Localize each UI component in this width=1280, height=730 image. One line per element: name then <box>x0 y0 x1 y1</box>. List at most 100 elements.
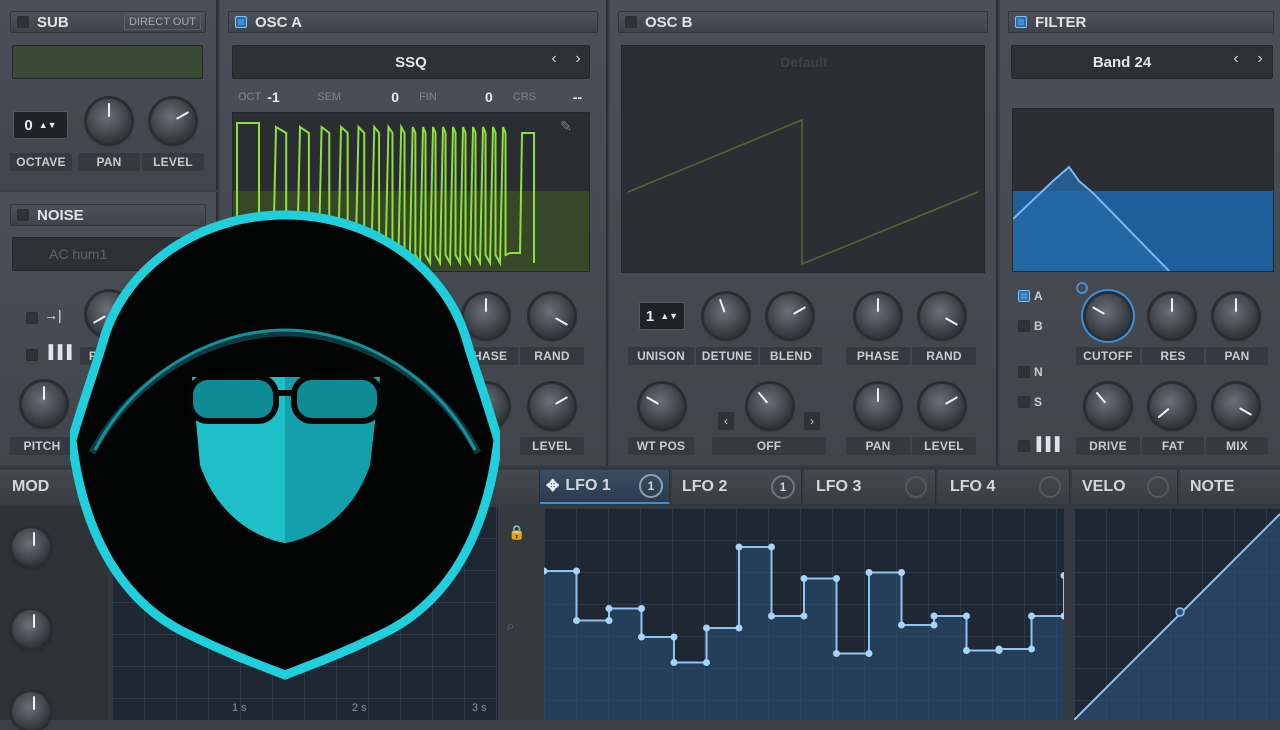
lfo-point[interactable] <box>833 575 840 582</box>
lfo-point[interactable] <box>768 612 775 620</box>
lfo-point[interactable] <box>800 612 808 620</box>
lfo-point[interactable] <box>703 624 710 632</box>
osc-a-level-label: LEVEL <box>520 437 584 455</box>
keyboard-icon: ▐▐▐ <box>1032 436 1060 451</box>
lfo-curve[interactable] <box>540 508 1068 720</box>
wt-pos-knob[interactable] <box>640 384 684 428</box>
lock-icon[interactable]: 🔒 <box>508 524 525 541</box>
sub-enable-checkbox[interactable] <box>17 16 29 28</box>
edit-pencil-icon[interactable]: ✎ <box>560 118 572 135</box>
lfo-point[interactable] <box>865 569 873 576</box>
lfo-point[interactable] <box>670 633 678 641</box>
noise-keytrack-checkbox[interactable] <box>26 312 38 324</box>
crs-value[interactable]: -- <box>542 89 582 105</box>
osc-b-level-knob[interactable] <box>920 384 964 428</box>
warp-mode-label[interactable]: OFF <box>712 437 826 455</box>
filter-route-s-checkbox[interactable] <box>1018 396 1030 408</box>
sem-value[interactable]: 0 <box>347 89 399 105</box>
direct-out-button[interactable]: DIRECT OUT <box>123 14 201 30</box>
mix-knob[interactable] <box>1214 384 1258 428</box>
lfo-point[interactable] <box>833 650 840 657</box>
tab-lfo-2[interactable]: LFO 2 1 <box>672 470 802 504</box>
sub-level-knob[interactable] <box>151 99 195 143</box>
osc-b-blend-knob[interactable] <box>768 294 812 338</box>
osc-b-phase-knob[interactable] <box>856 294 900 338</box>
lfo-point[interactable] <box>800 575 808 582</box>
mod-knob-3[interactable] <box>12 692 50 730</box>
mod-knob-1[interactable] <box>12 528 50 566</box>
noise-keyboard-checkbox[interactable] <box>26 349 38 361</box>
osc-b-header: OSC B <box>618 11 988 33</box>
lfo-point[interactable] <box>963 612 970 620</box>
tab-lfo-1[interactable]: ✥ LFO 1 1 <box>540 470 670 504</box>
lfo-point[interactable] <box>638 633 645 641</box>
lfo-point[interactable] <box>638 605 645 612</box>
oct-value[interactable]: -1 <box>267 89 311 105</box>
osc-a-next-button[interactable]: › <box>568 50 588 74</box>
filter-next-button[interactable]: › <box>1250 50 1270 74</box>
sub-pan-knob[interactable] <box>87 99 131 143</box>
filter-prev-button[interactable]: ‹ <box>1226 50 1246 74</box>
filter-route-b-checkbox[interactable] <box>1018 320 1030 332</box>
warp-prev-button[interactable]: ‹ <box>718 412 734 430</box>
unison-stepper[interactable]: 1 ▲▼ <box>639 302 685 330</box>
warp-knob[interactable] <box>748 384 792 428</box>
lfo-point[interactable] <box>1060 572 1068 579</box>
drive-knob[interactable] <box>1086 384 1130 428</box>
osc-b-enable-checkbox[interactable] <box>625 16 637 28</box>
lfo-point[interactable] <box>703 659 710 666</box>
tab-lfo-4[interactable]: LFO 4 <box>938 470 1070 504</box>
fin-value[interactable]: 0 <box>443 89 493 105</box>
lfo-point[interactable] <box>1028 612 1035 620</box>
time-label-3: 3 s <box>472 702 487 714</box>
tab-note[interactable]: NOTE <box>1180 470 1280 504</box>
lfo-point[interactable] <box>898 621 905 629</box>
filter-route-n-checkbox[interactable] <box>1018 366 1030 378</box>
osc-a-prev-button[interactable]: ‹ <box>544 50 564 74</box>
filter-route-a-checkbox[interactable] <box>1018 290 1030 302</box>
lfo-point[interactable] <box>995 645 1003 653</box>
lfo-point[interactable] <box>963 647 970 654</box>
keyboard-icon: ▐▐▐ <box>44 344 72 359</box>
lfo-point[interactable] <box>670 659 678 666</box>
lfo-point[interactable] <box>930 621 938 629</box>
osc-b-rand-knob[interactable] <box>920 294 964 338</box>
lfo-point[interactable] <box>605 605 613 612</box>
lfo-point[interactable] <box>735 543 743 551</box>
osc-a-wavetable-selector[interactable]: SSQ <box>232 45 590 79</box>
filter-pan-knob[interactable] <box>1214 294 1258 338</box>
lfo-point[interactable] <box>930 612 938 620</box>
lfo-4-ring-icon <box>1039 476 1061 498</box>
osc-b-detune-knob[interactable] <box>704 294 748 338</box>
cutoff-knob[interactable] <box>1086 294 1130 338</box>
tab-velo[interactable]: VELO <box>1072 470 1178 504</box>
res-knob[interactable] <box>1150 294 1194 338</box>
lfo-2-label: LFO 2 <box>682 478 728 495</box>
lfo-point[interactable] <box>865 650 873 657</box>
filter-enable-checkbox[interactable] <box>1015 16 1027 28</box>
filter-keytrack-checkbox[interactable] <box>1018 440 1030 452</box>
tab-lfo-3[interactable]: LFO 3 <box>804 470 936 504</box>
sub-level-label: LEVEL <box>142 153 204 171</box>
warp-next-button[interactable]: › <box>804 412 820 430</box>
lfo-point[interactable] <box>1028 645 1035 653</box>
lfo-point[interactable] <box>898 569 905 576</box>
osc-a-enable-checkbox[interactable] <box>235 16 247 28</box>
stepper-arrows-icon: ▲▼ <box>660 311 679 321</box>
lfo-point[interactable] <box>735 624 743 632</box>
keytrack-arrow-icon: →| <box>44 307 62 323</box>
zoom-icon[interactable]: ⌕ <box>506 618 515 636</box>
octave-stepper[interactable]: 0 ▲▼ <box>13 111 68 139</box>
noise-pitch-knob[interactable] <box>22 382 66 426</box>
osc-a-rand-knob[interactable] <box>530 294 574 338</box>
lfo-point[interactable] <box>573 567 580 575</box>
osc-a-level-knob[interactable] <box>530 384 574 428</box>
noise-enable-checkbox[interactable] <box>17 209 29 221</box>
mod-source-indicator-icon[interactable] <box>1076 282 1088 294</box>
mod-knob-2[interactable] <box>12 610 50 648</box>
lfo-point[interactable] <box>573 617 580 624</box>
lfo-point[interactable] <box>605 617 613 624</box>
lfo-point[interactable] <box>768 543 775 551</box>
fat-knob[interactable] <box>1150 384 1194 428</box>
osc-b-pan-knob[interactable] <box>856 384 900 428</box>
